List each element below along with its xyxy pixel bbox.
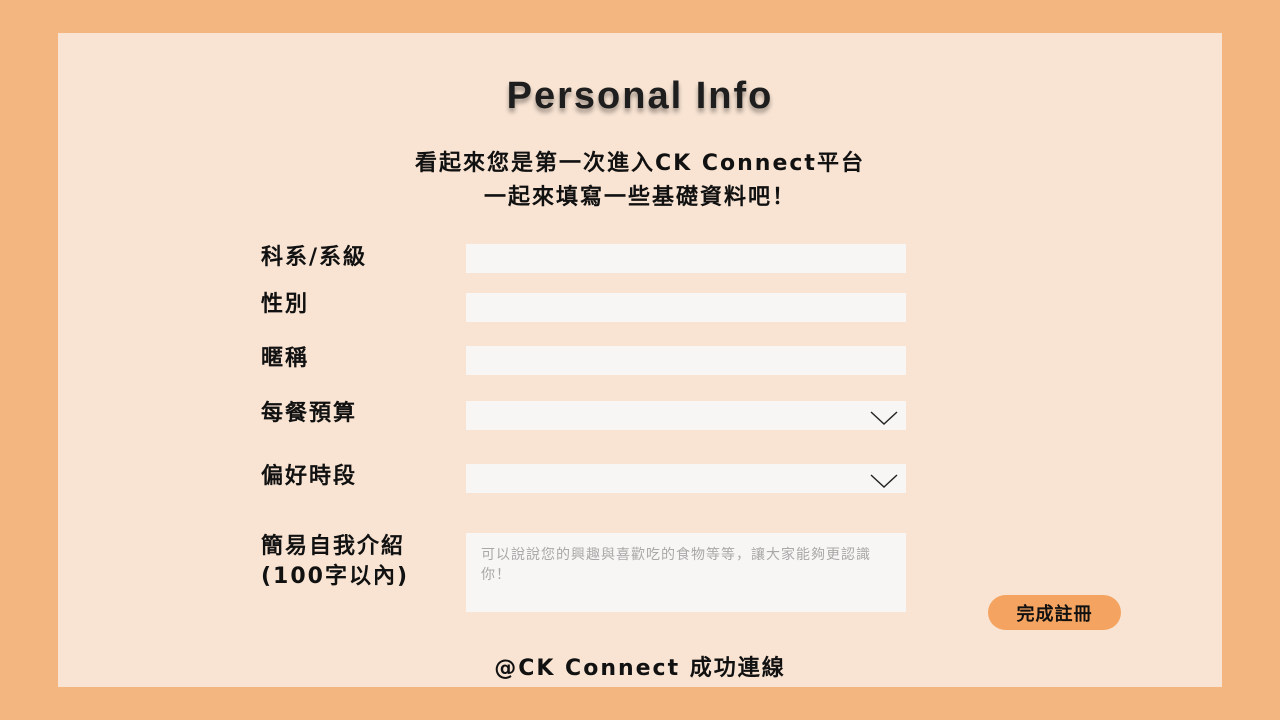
- department-label: 科系/系級: [261, 245, 368, 270]
- subtitle-line-1: 看起來您是第一次進入CK Connect平台: [415, 151, 865, 176]
- nickname-input[interactable]: [466, 346, 906, 375]
- complete-registration-button[interactable]: 完成註冊: [988, 595, 1121, 630]
- budget-select[interactable]: [466, 401, 906, 430]
- chevron-down-icon[interactable]: [870, 410, 898, 426]
- budget-label: 每餐預算: [261, 401, 358, 426]
- intro-textarea[interactable]: [466, 533, 906, 612]
- time-slot-label: 偏好時段: [261, 464, 358, 489]
- nickname-label: 暱稱: [261, 346, 310, 371]
- chevron-down-icon[interactable]: [870, 473, 898, 489]
- page-title: Personal Info: [506, 75, 774, 117]
- registration-card: Personal Info 看起來您是第一次進入CK Connect平台 一起來…: [58, 33, 1222, 687]
- intro-label-line-1: 簡易自我介紹: [261, 534, 406, 559]
- time-slot-select[interactable]: [466, 464, 906, 493]
- department-input[interactable]: [466, 244, 906, 273]
- subtitle-line-2: 一起來填寫一些基礎資料吧！: [483, 185, 796, 210]
- gender-label: 性別: [261, 292, 310, 317]
- intro-label-line-2: (100字以內): [261, 564, 410, 589]
- connection-status: @CK Connect 成功連線: [494, 656, 786, 681]
- gender-input[interactable]: [466, 293, 906, 322]
